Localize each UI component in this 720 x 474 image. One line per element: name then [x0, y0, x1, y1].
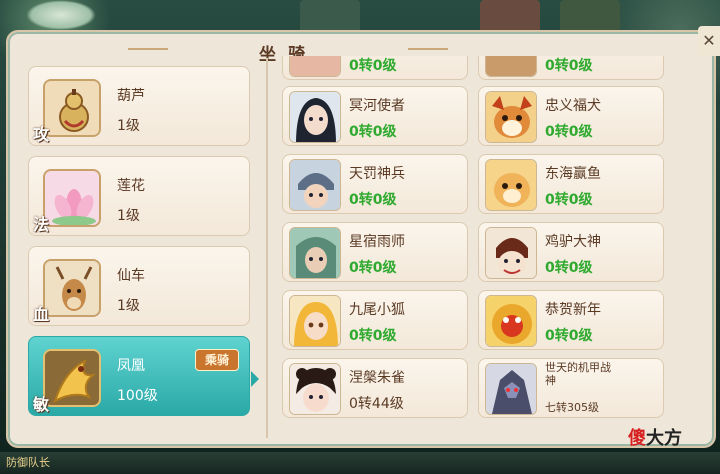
- character-level: 0转0级: [545, 124, 593, 140]
- portrait-icon: [289, 56, 341, 77]
- mount-card-deer[interactable]: 血 仙车 1级: [28, 246, 250, 326]
- mount-level: 1级: [117, 298, 140, 314]
- mount-type-label: 敏: [33, 395, 50, 414]
- bottom-bar: [0, 452, 720, 474]
- mount-type-label: 攻: [33, 125, 50, 144]
- riding-badge: 乘骑: [195, 349, 239, 371]
- character-level: 0转0级: [545, 260, 593, 276]
- dog-icon: [485, 91, 537, 143]
- mount-card-phoenix[interactable]: 敏 凤凰 100级 乘骑: [28, 336, 259, 416]
- lion-dance-icon: [485, 295, 537, 347]
- character-level: 0转44级: [349, 396, 404, 412]
- character-name: 恭贺新年: [545, 302, 601, 318]
- character-card[interactable]: 九尾小狐 0转0级: [282, 290, 468, 350]
- character-name: 九尾小狐: [349, 302, 405, 318]
- blonde-girl-icon: [289, 295, 341, 347]
- mount-level: 100级: [117, 388, 158, 404]
- character-level: 0转0级: [545, 58, 593, 74]
- mount-name: 仙车: [117, 268, 145, 284]
- mount-card-gourd[interactable]: 攻 葫芦 1级: [28, 66, 250, 146]
- character-level: 七转305级: [545, 401, 599, 414]
- character-card[interactable]: 0转0级: [478, 56, 664, 80]
- selection-arrow-icon: [251, 371, 259, 387]
- character-name: 星宿雨师: [349, 234, 405, 250]
- mount-type-label: 法: [33, 215, 50, 234]
- lotus-ornament: [26, 0, 96, 30]
- character-name: 涅槃朱雀: [349, 370, 405, 386]
- watermark: 傻大方: [628, 424, 682, 450]
- donkey-icon: [485, 227, 537, 279]
- character-card[interactable]: 涅槃朱雀 0转44级: [282, 358, 468, 418]
- character-name: 天罚神兵: [349, 166, 405, 182]
- character-name: 东海赢鱼: [545, 166, 601, 182]
- mount-level: 1级: [117, 118, 140, 134]
- gourd-icon: [43, 79, 101, 137]
- mount-name: 凤凰: [117, 358, 145, 374]
- character-level: 0转0级: [545, 192, 593, 208]
- fox-fish-icon: [485, 159, 537, 211]
- character-level: 0转0级: [349, 124, 397, 140]
- character-card[interactable]: 恭贺新年 0转0级: [478, 290, 664, 350]
- character-name: 鸡驴大神: [545, 234, 601, 250]
- character-card[interactable]: 忠义福犬 0转0级: [478, 86, 664, 146]
- deer-icon: [43, 259, 101, 317]
- close-button[interactable]: ✕: [698, 26, 720, 56]
- background-tile: [560, 0, 620, 34]
- background-tile: [300, 0, 360, 34]
- background-tile: [480, 0, 540, 34]
- character-card[interactable]: 天罚神兵 0转0级: [282, 154, 468, 214]
- list-divider: [266, 58, 268, 438]
- mount-name: 葫芦: [117, 88, 145, 104]
- character-level: 0转0级: [349, 192, 397, 208]
- mount-card-lotus[interactable]: 法 莲花 1级: [28, 156, 250, 236]
- watermark-red: 傻: [628, 428, 646, 449]
- title-ornament: [128, 48, 168, 50]
- watermark-black: 大方: [646, 428, 682, 449]
- character-grid[interactable]: 0转0级 0转0级 冥河使者 0转0级 忠义福犬 0转0级 天罚神兵 0转0级 …: [282, 56, 674, 424]
- portrait-icon: [485, 56, 537, 77]
- mount-list: 攻 葫芦 1级 法 莲花 1级 血 仙车 1级 敏 凤凰 100级 乘骑: [28, 60, 259, 430]
- mount-name: 莲花: [117, 178, 145, 194]
- character-name: 忠义福犬: [545, 98, 601, 114]
- character-level: 0转0级: [349, 58, 397, 74]
- helmet-soldier-icon: [289, 159, 341, 211]
- phoenix-icon: [43, 349, 101, 407]
- mount-level: 1级: [117, 208, 140, 224]
- character-card[interactable]: 冥河使者 0转0级: [282, 86, 468, 146]
- character-card[interactable]: 鸡驴大神 0转0级: [478, 222, 664, 282]
- character-card[interactable]: 世天的机甲战神 七转305级: [478, 358, 664, 418]
- green-warrior-icon: [289, 227, 341, 279]
- character-level: 0转0级: [349, 328, 397, 344]
- mount-type-label: 血: [33, 305, 50, 324]
- bottom-status-text: 防御队长: [6, 456, 50, 469]
- character-card[interactable]: 东海赢鱼 0转0级: [478, 154, 664, 214]
- dark-haired-girl-icon: [289, 91, 341, 143]
- title-ornament: [408, 48, 448, 50]
- character-level: 0转0级: [545, 328, 593, 344]
- character-card[interactable]: 星宿雨师 0转0级: [282, 222, 468, 282]
- lotus-icon: [43, 169, 101, 227]
- character-name: 世天的机甲战神: [545, 361, 611, 387]
- character-level: 0转0级: [349, 260, 397, 276]
- mecha-icon: [485, 363, 537, 415]
- maiden-icon: [289, 363, 341, 415]
- character-card[interactable]: 0转0级: [282, 56, 468, 80]
- character-name: 冥河使者: [349, 98, 405, 114]
